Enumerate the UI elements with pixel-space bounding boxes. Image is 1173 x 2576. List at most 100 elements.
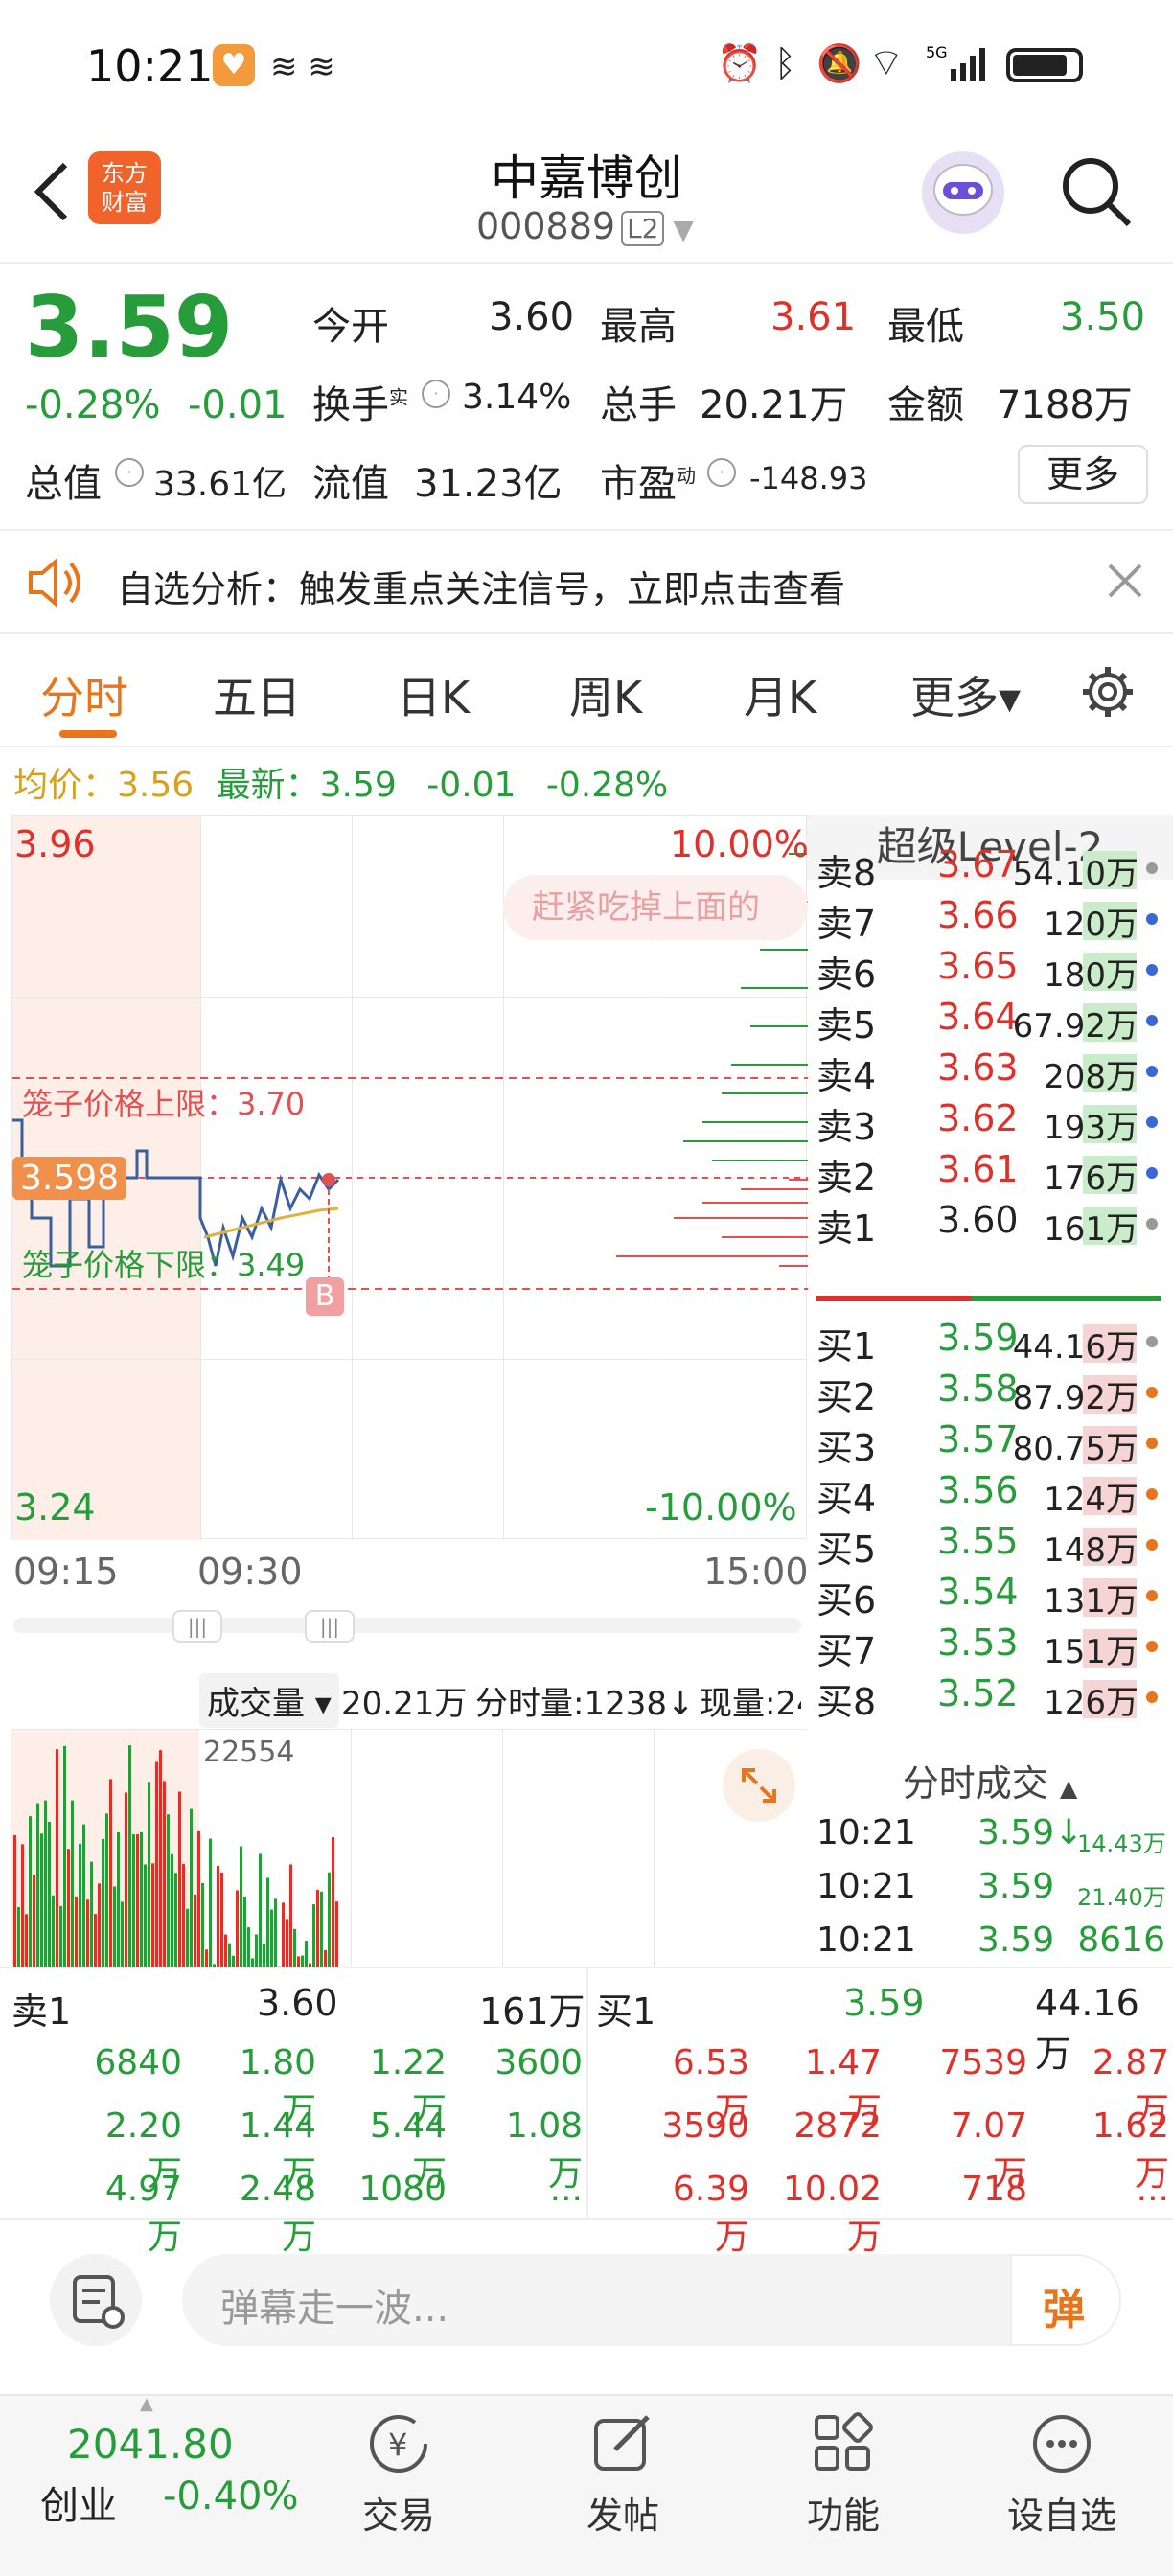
bid-level-dot (1146, 1336, 1158, 1347)
volume-bar (305, 1941, 308, 1967)
bid-level-label: 买7 (816, 1630, 877, 1672)
ask-level-dot (1146, 1218, 1158, 1230)
volume-bar (282, 1902, 285, 1967)
volume-bar (286, 1919, 288, 1967)
ticks-title[interactable]: 分时成交 ▲ (807, 1754, 1173, 1806)
volume-bar (236, 1890, 239, 1967)
volume-bar (312, 1904, 315, 1967)
tab-weekly-k[interactable]: 周K (569, 663, 642, 726)
bid-level-volume: 131万 (1044, 1582, 1138, 1621)
volume-total: 20.21万 (341, 1685, 468, 1723)
danmu-input[interactable]: 弹幕走一波... (182, 2254, 1121, 2346)
level2-badge: L2 (621, 211, 665, 246)
more-button[interactable]: 更多 (1018, 445, 1148, 504)
nav-post[interactable]: 发帖 (546, 2486, 700, 2539)
info-icon[interactable]: · (707, 458, 736, 487)
volume-bar (36, 1803, 39, 1967)
cage-upper-label: 笼子价格上限：3.70 (22, 1086, 306, 1122)
volume-max-label: 22554 (203, 1736, 295, 1769)
stock-code[interactable]: 000889 L2 ▼ (476, 205, 694, 247)
nav-trade[interactable]: 交易 (322, 2486, 475, 2539)
danmu-placeholder: 弹幕走一波... (220, 2287, 449, 2331)
expand-icon[interactable] (723, 1749, 795, 1822)
pe-sup: 动 (677, 464, 696, 488)
signal-icon: 5G (926, 43, 987, 82)
queue-bid-price: 3.59 (843, 1982, 925, 2024)
bid-level-volume: 124万 (1044, 1481, 1138, 1519)
tab-daily-k[interactable]: 日K (397, 663, 470, 726)
robot-assistant-icon[interactable] (922, 151, 1004, 234)
info-icon[interactable]: · (422, 380, 450, 408)
search-icon[interactable] (1058, 153, 1135, 230)
ask-level-label: 卖1 (816, 1208, 877, 1250)
bid-level-volume: 148万 (1044, 1531, 1138, 1570)
notification-icon: ≋ ≋ (270, 48, 335, 86)
float-cap-value: 31.23亿 (414, 462, 563, 506)
queue-ask-cell: 6840 (94, 2043, 182, 2082)
tick-volume: 8616 (1077, 1920, 1165, 1960)
stock-code-text: 000889 (476, 205, 616, 247)
tab-more[interactable]: 更多▾ (910, 663, 1021, 726)
bid-level-dot (1146, 1438, 1158, 1449)
volume-bar (151, 1863, 154, 1967)
bid-level-volume: 126万 (1044, 1684, 1138, 1722)
avg-price-line: 均价：3.56 最新：3.59 -0.01 -0.28% (13, 766, 669, 805)
volume-bar (48, 1821, 51, 1967)
tab-monthly-k[interactable]: 月K (744, 663, 816, 726)
ask-level-label: 卖5 (816, 1004, 877, 1046)
tick-price: 3.59 (978, 1920, 1055, 1960)
promo-bubble[interactable]: 赶紧吃掉上面的 (503, 875, 808, 940)
news-list-icon[interactable] (50, 2254, 142, 2346)
queue-ask-vol: 161万 (479, 1990, 586, 2033)
banner-text: 自选分析：触发重点关注信号，立即点击查看 (117, 568, 846, 610)
ask-level-label: 卖4 (816, 1055, 877, 1097)
bid-level-volume: 87.92万 (1012, 1379, 1138, 1417)
intraday-chart[interactable]: 3.96 3.24 10.00% -10.00% 赶紧吃掉上面的 笼子价格上限：… (12, 815, 809, 1540)
volume-per-minute: 分时量:1238↓ (475, 1685, 695, 1723)
tick-volume: 21.40万 (1077, 1884, 1166, 1911)
bid-level-volume: 151万 (1044, 1633, 1138, 1671)
index-value[interactable]: 2041.80 (67, 2421, 234, 2468)
ask-level-label: 卖8 (816, 852, 877, 894)
market-cap-label: 总值 (25, 462, 102, 506)
trade-icon[interactable]: ¥ (362, 2407, 435, 2480)
functions-icon[interactable] (807, 2407, 880, 2480)
slider-handle-right[interactable]: ||| (305, 1610, 355, 1643)
info-icon[interactable]: · (115, 458, 144, 487)
index-name[interactable]: 创业 (40, 2474, 117, 2530)
zoom-slider-track[interactable] (13, 1618, 801, 1633)
danmu-toggle[interactable]: 弹 (1010, 2254, 1121, 2346)
volume-chart[interactable]: 22554 (12, 1729, 807, 1967)
volume-selector[interactable]: 成交量 ▾ (199, 1673, 339, 1728)
change-value: -0.01 (188, 383, 288, 427)
ask-level-dot (1146, 1066, 1158, 1077)
nav-functions[interactable]: 功能 (767, 2486, 920, 2539)
volume-bar (243, 1896, 246, 1967)
settings-gear-icon[interactable] (1079, 663, 1137, 721)
post-icon[interactable] (586, 2407, 659, 2480)
nav-add-watchlist[interactable]: 设自选 (985, 2486, 1138, 2539)
ask-level-volume: 208万 (1044, 1058, 1138, 1096)
high-value: 3.61 (770, 295, 857, 339)
queue-bid-cell: 6.39万 (672, 2170, 749, 2257)
volume-bar (190, 1808, 193, 1967)
volume-bar (194, 1894, 196, 1967)
time-label-close: 15:00 (703, 1551, 809, 1593)
ask-level-volume: 180万 (1044, 956, 1138, 995)
tick-time: 10:21 (816, 1813, 916, 1852)
volume-bar (182, 1863, 185, 1967)
tab-intraday[interactable]: 分时 (40, 663, 128, 726)
volume-label: 总手 (600, 383, 677, 427)
add-watchlist-icon[interactable] (1025, 2407, 1098, 2480)
volume-bar (324, 1949, 327, 1967)
volume-bar (209, 1838, 212, 1967)
tick-price: 3.59 (978, 1867, 1055, 1906)
buy-marker[interactable]: B (306, 1277, 344, 1316)
slider-handle-left[interactable]: ||| (172, 1610, 222, 1643)
ask-level-volume: 176万 (1044, 1160, 1138, 1198)
cage-lower-label: 笼子价格下限：3.49 (22, 1247, 306, 1283)
tab-five-day[interactable]: 五日 (213, 663, 301, 726)
bid-level-dot (1146, 1590, 1158, 1601)
index-change[interactable]: -0.40% (163, 2474, 299, 2518)
close-icon[interactable] (1104, 560, 1146, 602)
